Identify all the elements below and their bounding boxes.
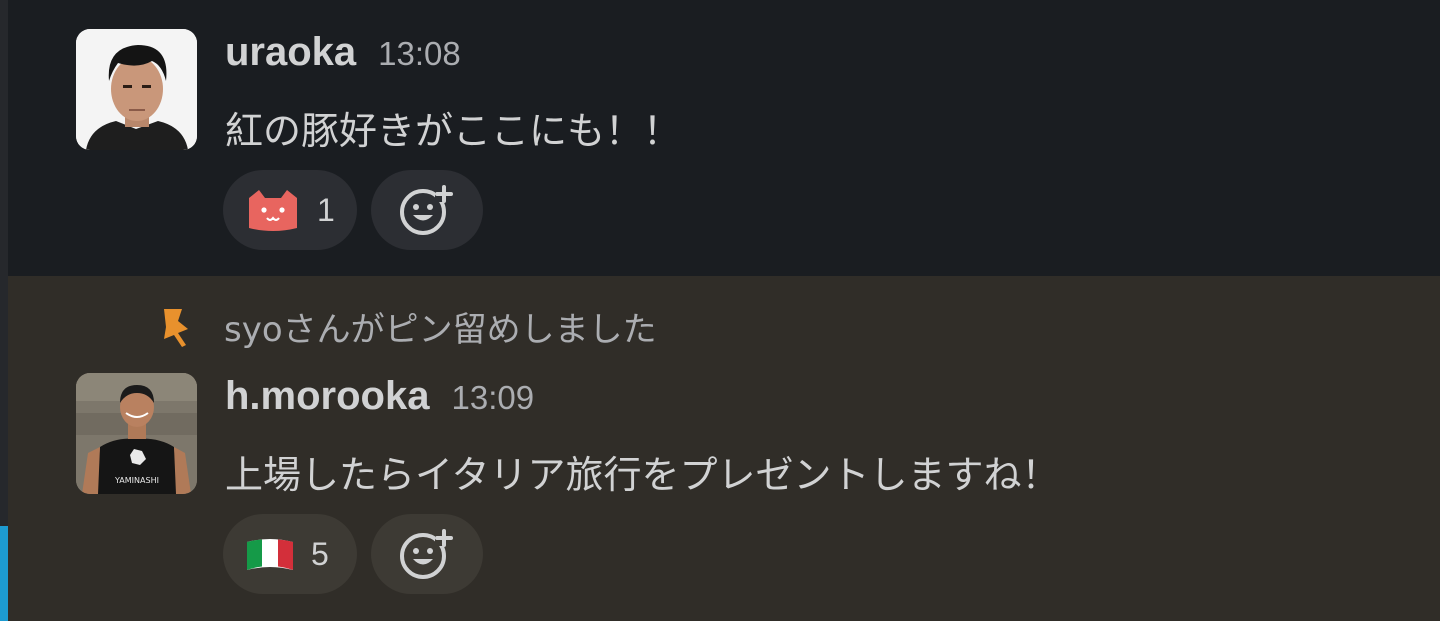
message-text: 紅の豚好きがここにも！！ (225, 109, 682, 153)
reaction-count: 5 (311, 535, 329, 572)
message-h-morooka[interactable]: syoさんがピン留めしました YAMINASHI h.morooka 13:09 (8, 276, 1440, 621)
reaction-bar: 1 (223, 170, 483, 250)
add-reaction-button[interactable] (371, 170, 483, 250)
add-emoji-icon (400, 529, 453, 579)
pinned-notice: syoさんがピン留めしました (156, 302, 657, 351)
pin-icon (164, 308, 188, 347)
pinned-notice-text: syoさんがピン留めしました (224, 310, 657, 350)
add-emoji-icon (400, 185, 453, 235)
timestamp[interactable]: 13:09 (451, 379, 534, 417)
scroll-indicator (0, 526, 8, 621)
message-header: h.morooka 13:09 (225, 374, 534, 419)
avatar-uraoka[interactable] (76, 29, 197, 150)
username[interactable]: uraoka (225, 30, 356, 75)
add-reaction-button[interactable] (371, 514, 483, 594)
avatar-shirt-text: YAMINASHI (114, 476, 159, 485)
timestamp[interactable]: 13:08 (378, 35, 461, 73)
avatar-portrait-icon (76, 29, 197, 150)
reaction-cat[interactable]: 1 (223, 170, 357, 250)
avatar-h-morooka[interactable]: YAMINASHI (76, 373, 197, 494)
avatar-portrait-icon: YAMINASHI (76, 373, 197, 494)
username[interactable]: h.morooka (225, 374, 429, 419)
message-pane: uraoka 13:08 紅の豚好きがここにも！！ 1 syoさんがピン留めしま… (0, 0, 1440, 621)
reaction-bar: 5 (223, 514, 483, 594)
message-uraoka[interactable]: uraoka 13:08 紅の豚好きがここにも！！ 1 (8, 0, 1440, 276)
italy-flag-emoji-icon (247, 539, 293, 570)
reaction-italy-flag[interactable]: 5 (223, 514, 357, 594)
message-header: uraoka 13:08 (225, 30, 461, 75)
reaction-count: 1 (317, 191, 335, 228)
cat-face-emoji-icon (249, 190, 297, 231)
message-text: 上場したらイタリア旅行をプレゼントしますね！ (225, 453, 1060, 497)
